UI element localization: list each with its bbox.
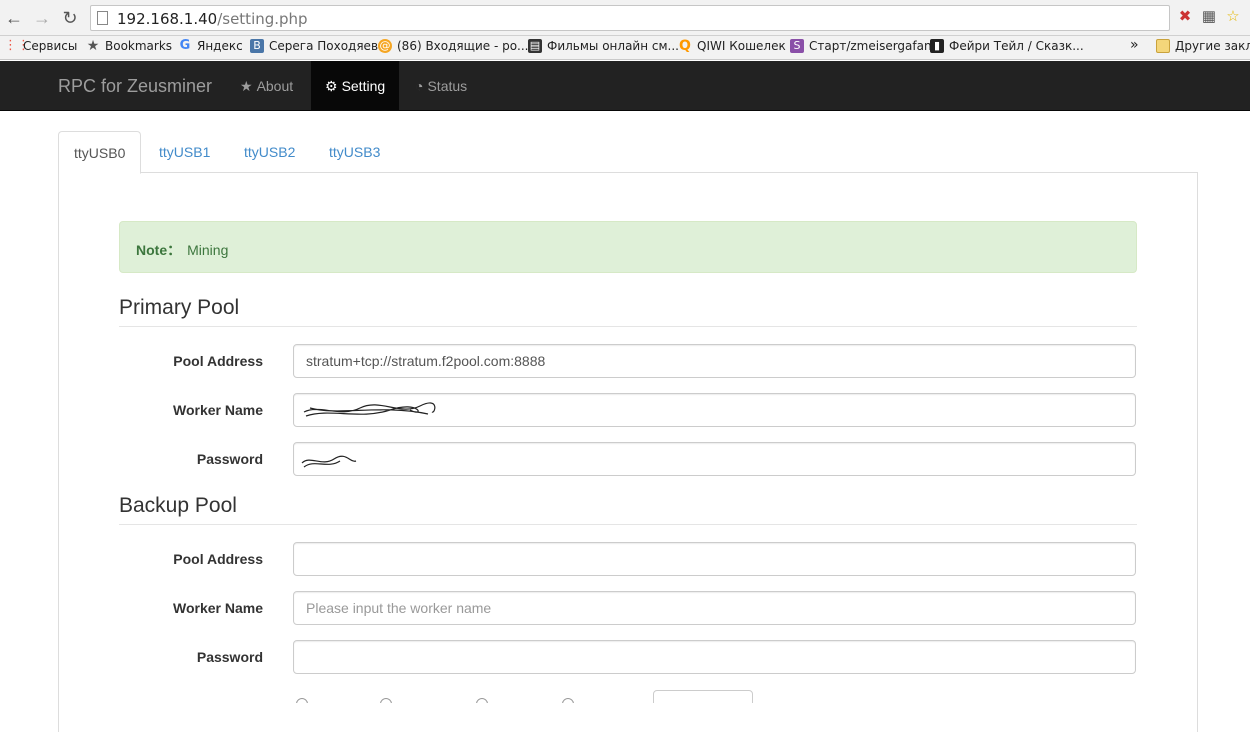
star-icon: ★ [240,78,253,94]
alert-text: Mining [187,242,229,258]
tab-ttyusb1[interactable]: ttyUSB1 [144,131,225,173]
browser-toolbar: ← → ↻ 192.168.1.40/setting.php ✖ ▦ ☆ [0,0,1250,36]
primary-pool-address-label: Pool Address [173,353,263,369]
primary-pool-address-input[interactable]: stratum+tcp://stratum.f2pool.com:8888 [293,344,1136,378]
mail-at-icon: @ [378,39,392,53]
alert-label: Note： [136,242,182,258]
bookmark-item[interactable]: Q QIWI Кошелек [678,39,786,53]
backup-password-input[interactable] [293,640,1136,674]
adblock-icon[interactable]: ✖ [1176,8,1194,26]
status-alert: Note： Mining [119,221,1137,273]
primary-worker-name-label: Worker Name [172,402,263,418]
vk-icon: B [250,39,264,53]
translate-icon[interactable]: ▦ [1200,8,1218,26]
backup-password-label: Password [196,649,263,665]
backup-pool-address-label: Pool Address [173,551,263,567]
brand-title[interactable]: RPC for Zeusminer [58,76,212,97]
backup-pool-address-input[interactable] [293,542,1136,576]
nav-status[interactable]: ◔ Status [401,61,481,111]
redaction-scribble [303,402,436,417]
qiwi-icon: Q [679,38,691,54]
nav-about[interactable]: ★ About [226,61,307,111]
tab-ttyusb2[interactable]: ttyUSB2 [229,131,310,173]
bookmark-item[interactable]: ▮ Фейри Тейл / Сказк... [930,39,1084,53]
radio-button[interactable] [296,698,308,703]
primary-pool-heading: Primary Pool [119,296,1137,327]
folder-icon [1156,39,1170,53]
nav-setting[interactable]: ⚙ Setting [311,61,400,111]
primary-password-label: Password [196,451,263,467]
back-arrow-icon[interactable]: ← [2,6,26,30]
bookmark-star-icon[interactable]: ☆ [1224,8,1242,26]
app-navbar: RPC for Zeusminer ★ About ⚙ Setting ◔ Statu… [0,61,1250,111]
url-text: 192.168.1.40/setting.php [117,10,308,28]
forward-arrow-icon[interactable]: → [30,6,54,30]
tab-ttyusb3[interactable]: ttyUSB3 [314,131,395,173]
bookmark-item[interactable]: B Серега Походяев [250,39,378,53]
dashboard-icon: ◔ [415,78,424,94]
backup-worker-name-label: Worker Name [172,600,263,616]
cut-off-options-row [0,690,1250,703]
backup-worker-name-input[interactable]: Please input the worker name [293,591,1136,625]
primary-worker-name-input[interactable] [293,393,1136,427]
primary-password-input[interactable] [293,442,1136,476]
redaction-scribble [301,455,357,468]
tab-ttyusb0[interactable]: ttyUSB0 [58,131,142,174]
other-bookmarks-folder[interactable]: Другие закла [1156,39,1250,53]
star-icon: ★ [86,38,100,54]
chip-count-input[interactable] [653,690,753,703]
bookmark-item[interactable]: ▤ Фильмы онлайн см... [528,39,679,53]
radio-button[interactable] [562,698,574,703]
page-icon [97,11,108,25]
radio-button[interactable] [380,698,392,703]
google-g-icon: G [179,38,191,53]
s-icon: S [790,39,804,53]
device-tabs: ttyUSB0 ttyUSB1 ttyUSB2 ttyUSB3 [58,131,1198,174]
clapper-icon: ▤ [528,39,542,53]
bookmarks-bar: ⋮⋮ Сервисы ★ Bookmarks G Яндекс B Серега Пох… [0,36,1250,60]
reload-icon[interactable]: ↻ [58,6,82,30]
backup-pool-heading: Backup Pool [119,494,1137,525]
radio-button[interactable] [476,698,488,703]
bookmark-item[interactable]: ⋮⋮ Сервисы [4,38,77,54]
film-strip-icon: ▮ [930,39,944,53]
bookmark-item[interactable]: G Яндекс [178,38,243,54]
bookmark-item[interactable]: S Старт/zmeisergafan [790,39,932,53]
bookmark-item[interactable]: @ (86) Входящие - ро... [378,39,528,53]
bookmark-item[interactable]: ★ Bookmarks [86,39,172,53]
address-bar[interactable]: 192.168.1.40/setting.php [90,5,1170,31]
more-bookmarks-chevron[interactable]: » [1130,37,1139,53]
gear-icon: ⚙ [325,78,338,94]
apps-grid-icon: ⋮⋮ [4,38,30,53]
